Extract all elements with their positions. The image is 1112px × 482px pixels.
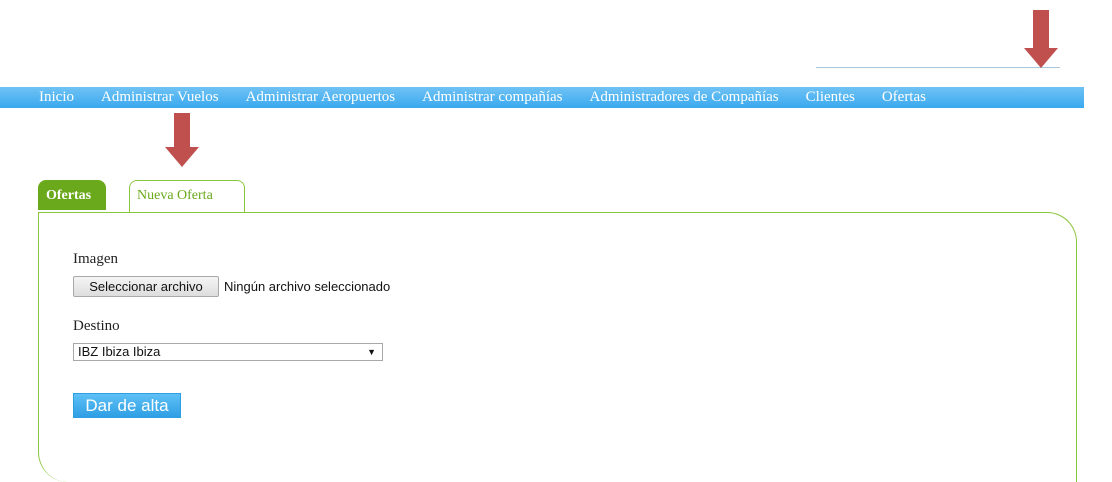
chevron-down-icon: ▼	[367, 347, 376, 357]
tab-ofertas[interactable]: Ofertas	[38, 180, 106, 210]
nav-item-administrar-companias[interactable]: Administrar compañías	[422, 87, 562, 108]
nav-item-clientes[interactable]: Clientes	[806, 87, 855, 108]
submit-button[interactable]: Dar de alta	[73, 393, 181, 418]
destination-label: Destino	[73, 318, 120, 334]
image-label: Imagen	[73, 251, 118, 267]
file-status-text: Ningún archivo seleccionado	[224, 279, 391, 294]
annotation-arrow-down-icon	[165, 113, 199, 167]
main-navbar: Inicio Administrar Vuelos Administrar Ae…	[0, 87, 1084, 108]
nav-item-administrar-vuelos[interactable]: Administrar Vuelos	[101, 87, 219, 108]
select-file-button[interactable]: Seleccionar archivo	[73, 276, 219, 297]
tab-nueva-oferta[interactable]: Nueva Oferta	[129, 180, 245, 213]
destination-selected-value: IBZ Ibiza Ibiza	[78, 344, 161, 359]
nav-item-administrar-aeropuertos[interactable]: Administrar Aeropuertos	[246, 87, 396, 108]
destination-select[interactable]: IBZ Ibiza Ibiza ▼	[73, 343, 383, 361]
nav-item-administradores-companias[interactable]: Administradores de Compañías	[590, 87, 779, 108]
annotation-arrow-down-icon	[1024, 10, 1058, 68]
nav-item-ofertas[interactable]: Ofertas	[882, 87, 926, 108]
nav-item-inicio[interactable]: Inicio	[39, 87, 74, 108]
